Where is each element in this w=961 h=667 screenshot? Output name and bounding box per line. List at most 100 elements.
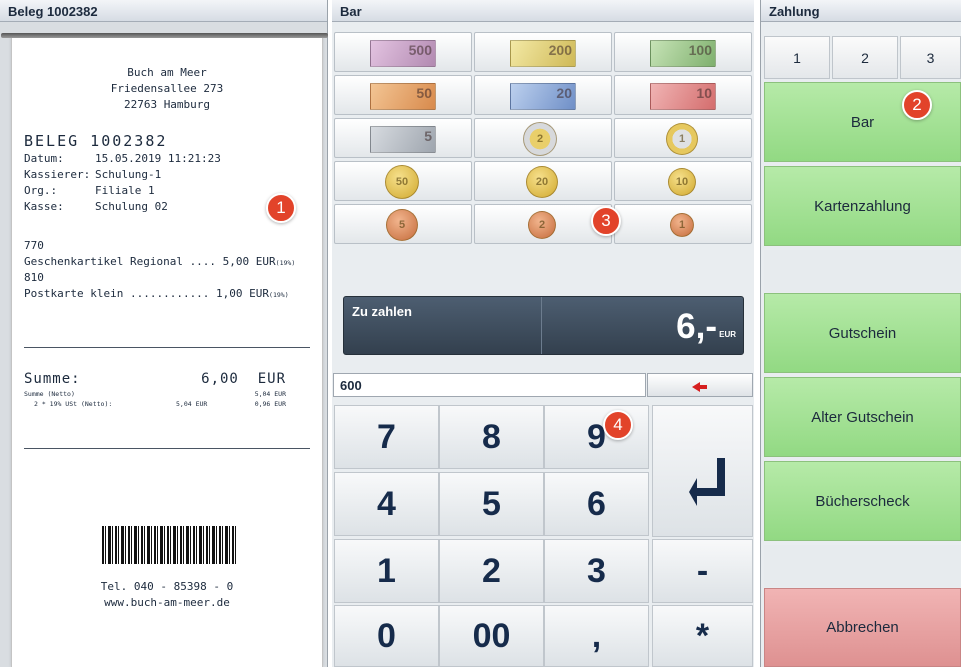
- meta-value: Schulung 02: [95, 200, 168, 213]
- banknote-icon: 100: [650, 40, 716, 67]
- meta-key: Kasse:: [24, 200, 64, 213]
- payment-tab-1[interactable]: 1: [764, 36, 830, 79]
- key-comma[interactable]: ,: [544, 605, 649, 667]
- note-value: 500: [408, 42, 432, 58]
- key-multiply[interactable]: *: [652, 605, 753, 667]
- receipt-meta-register: Kasse: Schulung 02: [24, 200, 168, 213]
- key-7[interactable]: 7: [334, 405, 439, 469]
- note-value: 10: [696, 85, 712, 101]
- coin-1-euro-button[interactable]: 1: [614, 118, 752, 158]
- note-5-button[interactable]: 5: [334, 118, 472, 158]
- banknote-icon: 20: [510, 83, 576, 110]
- callout-badge-2: 2: [902, 90, 932, 120]
- coin-value: 50: [395, 176, 409, 188]
- note-100-button[interactable]: 100: [614, 32, 752, 72]
- item-line: Geschenkartikel Regional .... 5,00 EUR(1…: [24, 255, 295, 268]
- coin-icon: 50: [385, 165, 419, 199]
- note-20-button[interactable]: 20: [474, 75, 612, 115]
- amount-due-value: 6,-: [676, 307, 717, 346]
- banknote-icon: 5: [370, 126, 436, 153]
- meta-key: Kassierer:: [24, 168, 91, 181]
- pay-card-button[interactable]: Kartenzahlung: [764, 166, 961, 246]
- barcode: [102, 526, 237, 564]
- receipt-meta-date: Datum: 15.05.2019 11:21:23: [24, 152, 221, 165]
- shop-city: 22763 Hamburg: [123, 98, 211, 111]
- key-0[interactable]: 0: [334, 605, 439, 667]
- note-500-button[interactable]: 500: [334, 32, 472, 72]
- pay-cash-button[interactable]: Bar: [764, 82, 961, 162]
- note-value: 50: [416, 85, 432, 101]
- note-value: 20: [556, 85, 572, 101]
- receipt-meta-org: Org.: Filiale 1: [24, 184, 155, 197]
- coin-50-cent-button[interactable]: 50: [334, 161, 472, 201]
- key-8[interactable]: 8: [439, 405, 544, 469]
- coin-icon: 2: [528, 211, 556, 239]
- note-value: 5: [424, 128, 432, 144]
- coin-value: 2: [536, 133, 544, 145]
- callout-badge-4: 4: [603, 410, 633, 440]
- key-minus[interactable]: -: [652, 539, 753, 603]
- coin-value: 20: [535, 176, 549, 188]
- receipt-meta-cashier: Kassierer: Schulung-1: [24, 168, 161, 181]
- coin-icon: 20: [526, 166, 558, 198]
- callout-badge-3: 3: [591, 206, 621, 236]
- meta-value: Filiale 1: [95, 184, 155, 197]
- item-tax: (19%): [275, 259, 296, 267]
- enter-arrow-icon: [689, 458, 725, 506]
- coin-20-cent-button[interactable]: 20: [474, 161, 612, 201]
- note-10-button[interactable]: 10: [614, 75, 752, 115]
- pay-old-voucher-button[interactable]: Alter Gutschein: [764, 377, 961, 457]
- tendered-amount-input[interactable]: [333, 373, 646, 397]
- amount-due-label: Zu zahlen: [352, 304, 412, 319]
- pay-voucher-button[interactable]: Gutschein: [764, 293, 961, 373]
- receipt-panel-title: Beleg 1002382: [0, 0, 327, 22]
- banknote-icon: 200: [510, 40, 576, 67]
- coin-5-cent-button[interactable]: 5: [334, 204, 472, 244]
- payment-panel-title: Zahlung: [761, 0, 961, 22]
- note-value: 100: [688, 42, 712, 58]
- key-4[interactable]: 4: [334, 472, 439, 536]
- tax-label: 2 * 19% USt (Netto):: [34, 400, 113, 408]
- pay-book-voucher-button[interactable]: Bücherscheck: [764, 461, 961, 541]
- enter-key[interactable]: [652, 405, 753, 537]
- coin-value: 1: [678, 133, 686, 145]
- key-3[interactable]: 3: [544, 539, 649, 603]
- item-text: Geschenkartikel Regional .... 5,00 EUR: [24, 255, 276, 268]
- key-00[interactable]: 00: [439, 605, 544, 667]
- key-6[interactable]: 6: [544, 472, 649, 536]
- meta-value: Schulung-1: [95, 168, 162, 181]
- note-50-button[interactable]: 50: [334, 75, 472, 115]
- item-code: 770: [24, 239, 44, 252]
- note-200-button[interactable]: 200: [474, 32, 612, 72]
- meta-key: Org.:: [24, 184, 58, 197]
- shop-phone: Tel. 040 - 85398 - 0: [100, 580, 234, 593]
- shop-website: www.buch-am-meer.de: [104, 596, 230, 609]
- due-divider: [541, 297, 542, 354]
- amount-due-currency: EUR: [719, 330, 736, 339]
- key-1[interactable]: 1: [334, 539, 439, 603]
- receipt-divider: [24, 448, 310, 449]
- item-code: 810: [24, 271, 44, 284]
- amount-due-display: Zu zahlen 6,- EUR: [343, 296, 744, 355]
- shop-street: Friedensallee 273: [110, 82, 224, 95]
- payment-tab-3[interactable]: 3: [900, 36, 961, 79]
- item-tax: (19%): [269, 291, 289, 299]
- coin-2-euro-button[interactable]: 2: [474, 118, 612, 158]
- coin-10-cent-button[interactable]: 10: [614, 161, 752, 201]
- payment-tab-2[interactable]: 2: [832, 36, 898, 79]
- receipt-divider: [24, 347, 310, 348]
- coin-1-cent-button[interactable]: 1: [614, 204, 752, 244]
- net-value: 5,04 EUR: [254, 390, 286, 398]
- payment-spacer: [764, 545, 961, 587]
- coin-icon: 10: [668, 168, 696, 196]
- receipt-heading: BELEG 1002382: [24, 132, 168, 150]
- cash-panel-title: Bar: [332, 0, 754, 22]
- cancel-button[interactable]: Abbrechen: [764, 588, 961, 667]
- key-2[interactable]: 2: [439, 539, 544, 603]
- banknote-icon: 500: [370, 40, 436, 67]
- net-label: Summe (Netto): [24, 390, 75, 398]
- key-9[interactable]: 9: [544, 405, 649, 469]
- meta-key: Datum:: [24, 152, 64, 165]
- key-5[interactable]: 5: [439, 472, 544, 536]
- backspace-button[interactable]: [647, 373, 753, 397]
